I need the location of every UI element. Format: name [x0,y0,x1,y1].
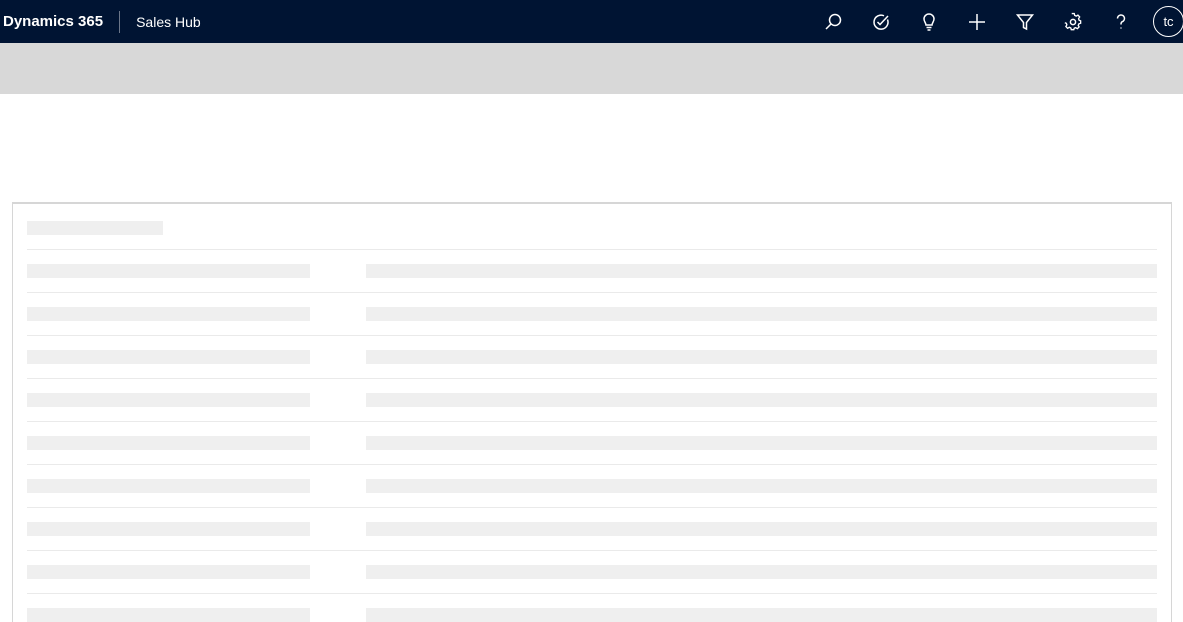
task-check-icon [873,13,889,30]
skeleton-row [27,292,1157,335]
skeleton-cell [27,350,310,364]
plus-icon [969,13,985,30]
skeleton-cell [27,264,310,278]
command-bar [0,43,1183,94]
gear-icon [1064,12,1082,30]
skeleton-cell [366,479,1157,493]
skeleton-row [27,335,1157,378]
header-icons: tc [809,0,1183,43]
skeleton-cell [366,264,1157,278]
app-name[interactable]: Sales Hub [120,14,201,30]
skeleton-cell [27,393,310,407]
settings-button[interactable] [1049,0,1097,43]
skeleton-cell [27,608,310,622]
skeleton-cell [27,522,310,536]
skeleton-cell [27,436,310,450]
help-icon [1116,13,1126,28]
skeleton-cell [366,307,1157,321]
advanced-find-button[interactable] [1001,0,1049,43]
skeleton-row [27,507,1157,550]
top-navigation-bar: Dynamics 365 Sales Hub tc [0,0,1183,43]
skeleton-rows [27,249,1157,622]
skeleton-row [27,550,1157,593]
skeleton-row [27,593,1157,622]
search-icon [825,13,842,30]
filter-icon [1015,13,1035,30]
skeleton-cell [366,350,1157,364]
skeleton-row [27,378,1157,421]
skeleton-cell [366,522,1157,536]
skeleton-title [27,221,163,235]
skeleton-cell [366,436,1157,450]
brand-title[interactable]: Dynamics 365 [0,13,119,30]
skeleton-cell [366,393,1157,407]
skeleton-cell [366,565,1157,579]
insights-button[interactable] [905,0,953,43]
new-record-button[interactable] [953,0,1001,43]
lightbulb-icon [923,12,935,31]
user-avatar[interactable]: tc [1153,6,1183,37]
loading-card [12,202,1172,622]
skeleton-cell [27,307,310,321]
skeleton-row [27,421,1157,464]
search-button[interactable] [809,0,857,43]
skeleton-cell [366,608,1157,622]
skeleton-row [27,249,1157,292]
skeleton-cell [27,565,310,579]
skeleton-row [27,464,1157,507]
help-button[interactable] [1097,0,1145,43]
tasks-button[interactable] [857,0,905,43]
skeleton-cell [27,479,310,493]
